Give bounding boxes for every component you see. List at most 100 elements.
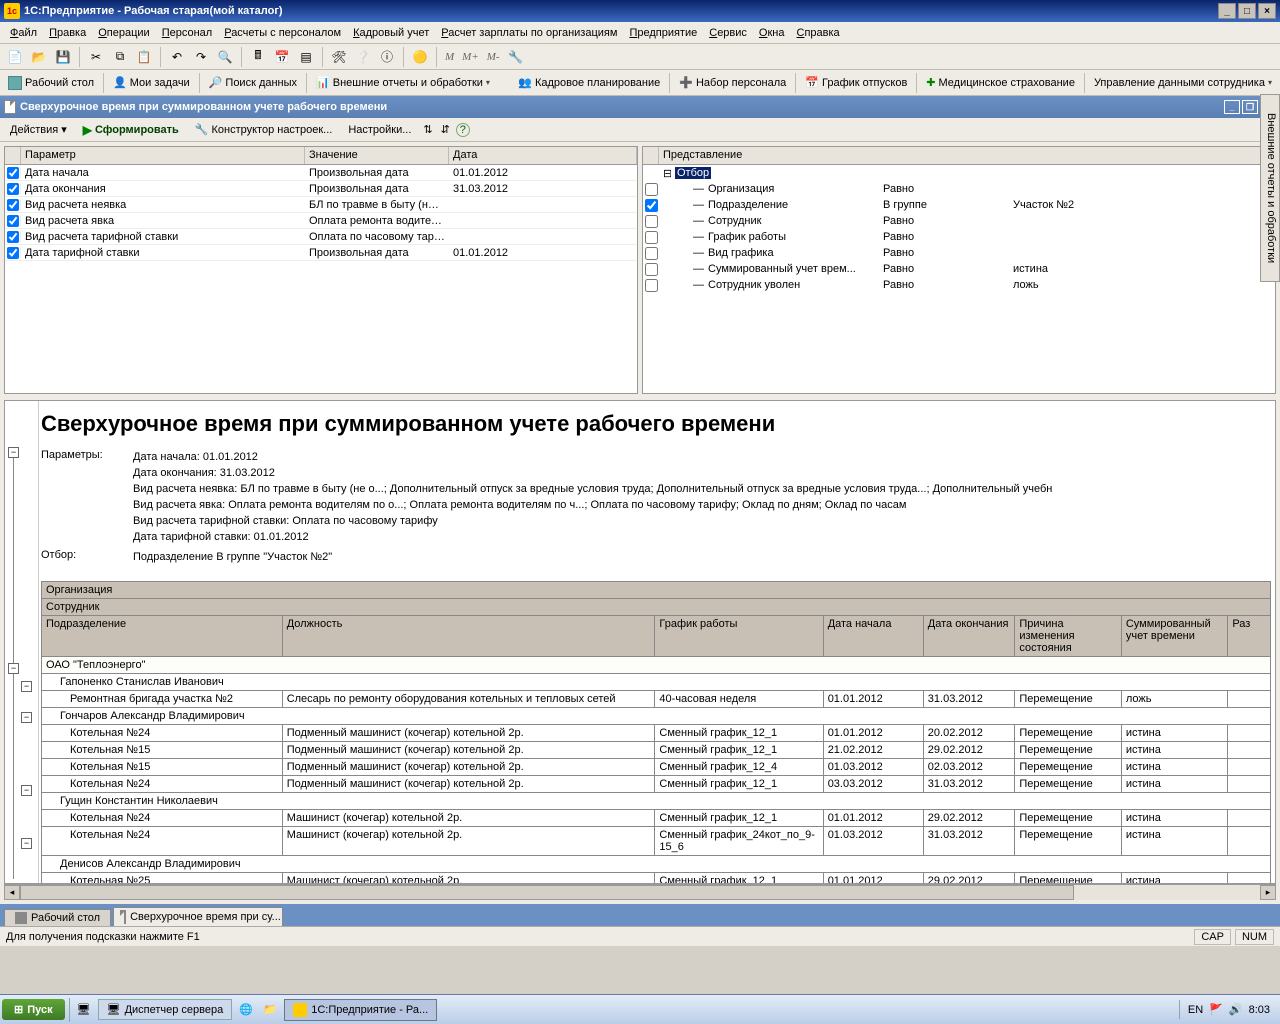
param-row[interactable]: Вид расчета тарифной ставкиОплата по час… — [5, 229, 637, 245]
copy-icon[interactable]: ⧉ — [109, 46, 131, 68]
filter-row[interactable]: —Суммированный учет врем...Равноистина — [643, 261, 1275, 277]
ql-explorer-icon[interactable]: 📁 — [260, 1000, 280, 1020]
save-icon[interactable]: 💾 — [52, 46, 74, 68]
filter-checkbox[interactable] — [645, 263, 658, 276]
menu-3[interactable]: Персонал — [156, 25, 219, 41]
tool-icon[interactable]: 🛠 — [328, 46, 350, 68]
tab-desktop[interactable]: Рабочий стол — [4, 909, 111, 926]
sort-desc-icon[interactable]: ⇵ — [439, 121, 452, 138]
data-row[interactable]: Котельная №24Машинист (кочегар) котельно… — [42, 827, 1271, 856]
task-server[interactable]: 🖥 Диспетчер сервера — [98, 999, 233, 1020]
find-icon[interactable]: 🔍 — [214, 46, 236, 68]
settings-button[interactable]: Настройки... — [342, 122, 417, 138]
scroll-left-icon[interactable]: ◂ — [4, 885, 20, 900]
system-tray[interactable]: EN 🚩 🔊 8:03 — [1179, 1000, 1278, 1019]
menu-4[interactable]: Расчеты с персоналом — [218, 25, 347, 41]
line-icon[interactable]: ▤ — [295, 46, 317, 68]
col-header[interactable]: Дата начала — [823, 616, 923, 657]
filter-checkbox[interactable] — [645, 183, 658, 196]
col-header[interactable]: График работы — [655, 616, 823, 657]
sub-maximize-button[interactable]: ❐ — [1242, 100, 1258, 114]
ql-ie-icon[interactable]: 🌐 — [236, 1000, 256, 1020]
nav-vacation[interactable]: 📅График отпусков — [801, 74, 911, 91]
outline-collapse-icon[interactable]: − — [21, 681, 32, 692]
employee-row[interactable]: Денисов Александр Владимирович — [42, 856, 1271, 873]
tray-flag-icon[interactable]: 🚩 — [1209, 1003, 1223, 1016]
menu-10[interactable]: Справка — [791, 25, 846, 41]
start-button[interactable]: ⊞ Пуск — [2, 999, 65, 1020]
zoom-m-minus[interactable]: M- — [484, 51, 503, 63]
help-icon[interactable]: ? — [456, 123, 470, 137]
data-row[interactable]: Ремонтная бригада участка №2Слесарь по р… — [42, 691, 1271, 708]
filter-col-repr[interactable]: Представление — [659, 147, 1275, 164]
filter-row[interactable]: —СотрудникРавно — [643, 213, 1275, 229]
actions-menu[interactable]: Действия▾ — [4, 121, 73, 138]
undo-icon[interactable]: ↶ — [166, 46, 188, 68]
menu-6[interactable]: Расчет зарплаты по организациям — [435, 25, 623, 41]
data-row[interactable]: Котельная №24Машинист (кочегар) котельно… — [42, 810, 1271, 827]
col-header[interactable]: Дата окончания — [923, 616, 1015, 657]
menu-0[interactable]: Файл — [4, 25, 43, 41]
filter-checkbox[interactable] — [645, 231, 658, 244]
filter-row[interactable]: —Сотрудник уволенРавноложь — [643, 277, 1275, 293]
params-col-value[interactable]: Значение — [305, 147, 449, 164]
tray-sound-icon[interactable]: 🔊 — [1229, 1003, 1243, 1016]
data-row[interactable]: Котельная №24Подменный машинист (кочегар… — [42, 725, 1271, 742]
outline-collapse-icon[interactable]: − — [21, 785, 32, 796]
nav-medical[interactable]: ✚Медицинское страхование — [922, 74, 1079, 91]
nav-tasks[interactable]: 👤Мои задачи — [109, 74, 194, 91]
maximize-button[interactable]: □ — [1238, 3, 1256, 19]
param-checkbox[interactable] — [7, 167, 19, 179]
param-row[interactable]: Вид расчета явкаОплата ремонта водителям… — [5, 213, 637, 229]
menu-8[interactable]: Сервис — [703, 25, 753, 41]
param-checkbox[interactable] — [7, 247, 19, 259]
col-header[interactable]: Подразделение — [42, 616, 283, 657]
employee-row[interactable]: Гапоненко Станислав Иванович — [42, 674, 1271, 691]
data-row[interactable]: Котельная №15Подменный машинист (кочегар… — [42, 742, 1271, 759]
outline-collapse-icon[interactable]: − — [21, 712, 32, 723]
nav-desktop[interactable]: Рабочий стол — [4, 74, 98, 92]
outline-collapse-icon[interactable]: − — [8, 663, 19, 674]
col-header[interactable]: Причина изменения состояния — [1015, 616, 1121, 657]
menu-1[interactable]: Правка — [43, 25, 92, 41]
param-checkbox[interactable] — [7, 199, 19, 211]
employee-row[interactable]: Гущин Константин Николаевич — [42, 793, 1271, 810]
scroll-right-icon[interactable]: ▸ — [1260, 885, 1276, 900]
outline-collapse-icon[interactable]: − — [8, 447, 19, 458]
data-row[interactable]: Котельная №15Подменный машинист (кочегар… — [42, 759, 1271, 776]
minimize-button[interactable]: _ — [1218, 3, 1236, 19]
calc-icon[interactable]: 🖩 — [247, 46, 269, 68]
nav-hire[interactable]: ➕Набор персонала — [675, 74, 790, 91]
param-row[interactable]: Дата началаПроизвольная дата01.01.2012 — [5, 165, 637, 181]
run-icon[interactable]: 🟡 — [409, 46, 431, 68]
filter-row[interactable]: —ПодразделениеВ группеУчасток №2 — [643, 197, 1275, 213]
nav-planning[interactable]: 👥Кадровое планирование — [514, 74, 664, 91]
filter-root-row[interactable]: ⊟ Отбор — [643, 165, 1275, 181]
data-row[interactable]: Котельная №25Машинист (кочегар) котельно… — [42, 873, 1271, 885]
data-row[interactable]: Котельная №24Подменный машинист (кочегар… — [42, 776, 1271, 793]
filter-checkbox[interactable] — [645, 279, 658, 292]
task-1c[interactable]: 1С:Предприятие - Ра... — [284, 999, 437, 1021]
help-icon[interactable]: ❔ — [352, 46, 374, 68]
param-checkbox[interactable] — [7, 231, 19, 243]
col-header[interactable]: Должность — [282, 616, 655, 657]
cut-icon[interactable]: ✂ — [85, 46, 107, 68]
redo-icon[interactable]: ↷ — [190, 46, 212, 68]
nav-mgmt[interactable]: Управление данными сотрудника▾ — [1090, 75, 1276, 91]
filter-row[interactable]: —Вид графикаРавно — [643, 245, 1275, 261]
tray-lang[interactable]: EN — [1188, 1004, 1203, 1016]
employee-row[interactable]: Гончаров Александр Владимирович — [42, 708, 1271, 725]
menu-7[interactable]: Предприятие — [623, 25, 703, 41]
filter-checkbox[interactable] — [645, 215, 658, 228]
side-panel-tab[interactable]: Внешние отчеты и обработки — [1260, 94, 1280, 282]
menu-9[interactable]: Окна — [753, 25, 791, 41]
sort-asc-icon[interactable]: ⇅ — [421, 121, 434, 138]
param-row[interactable]: Вид расчета неявкаБЛ по травме в быту (н… — [5, 197, 637, 213]
filter-row[interactable]: —ОрганизацияРавно — [643, 181, 1275, 197]
zoom-m[interactable]: M — [442, 51, 457, 63]
ql-server-icon[interactable]: 🖥 — [74, 1000, 94, 1020]
nav-reports[interactable]: 📊Внешние отчеты и обработки▾ — [312, 74, 494, 91]
param-checkbox[interactable] — [7, 215, 19, 227]
param-checkbox[interactable] — [7, 183, 19, 195]
form-button[interactable]: ▶Сформировать — [77, 121, 185, 139]
